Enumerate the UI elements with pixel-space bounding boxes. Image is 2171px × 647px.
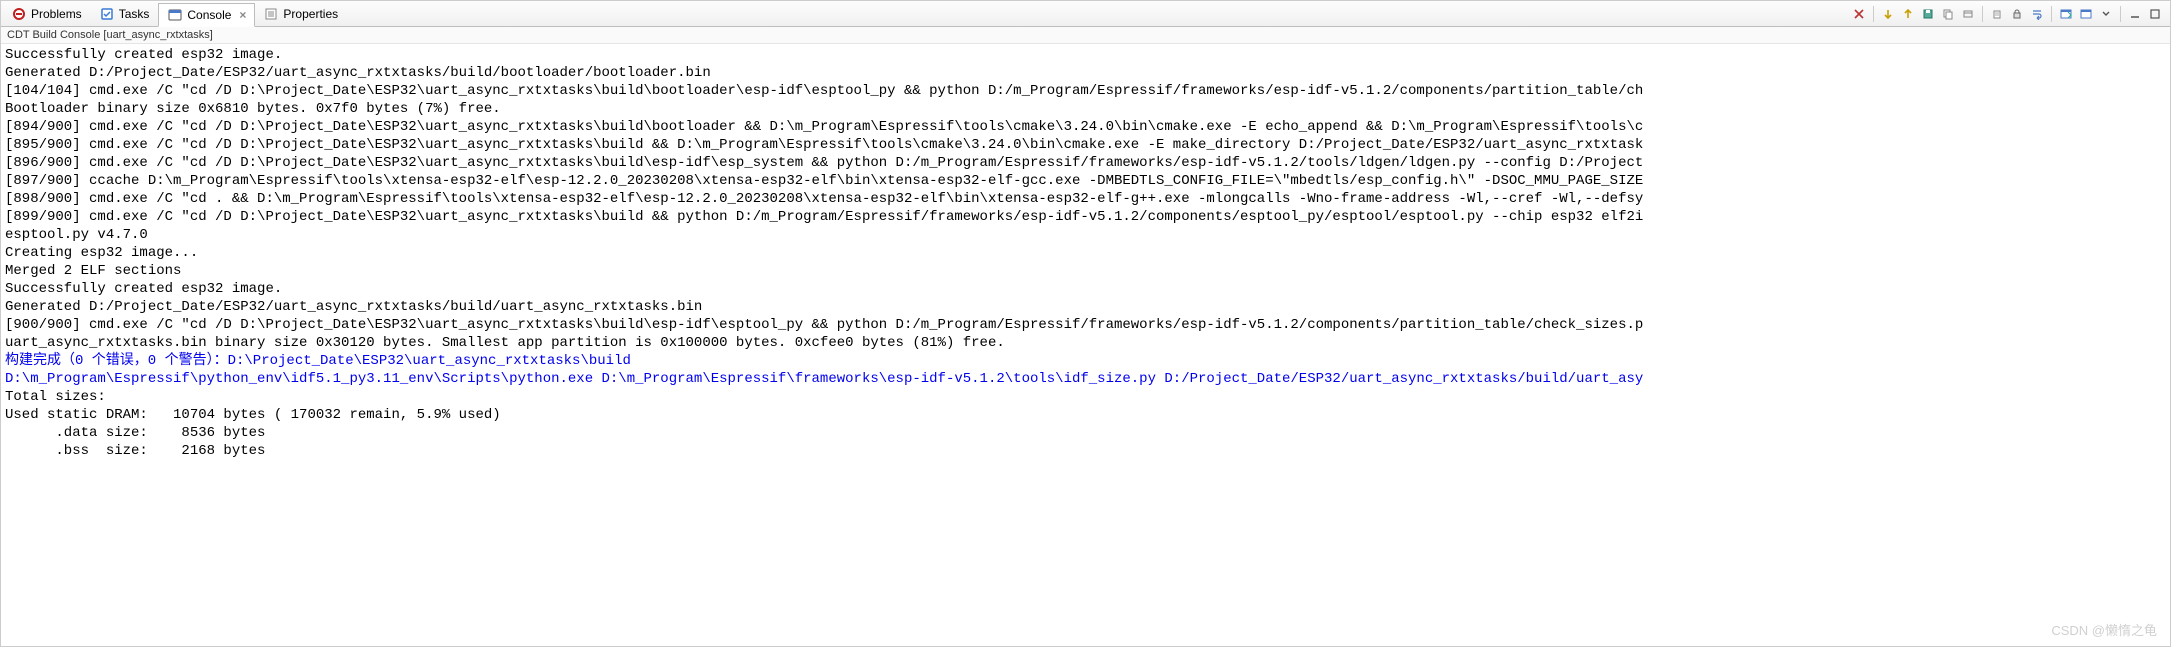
tab-properties[interactable]: Properties [255,2,347,26]
console-line: [898/900] cmd.exe /C "cd . && D:\m_Progr… [5,190,2166,208]
console-line: [899/900] cmd.exe /C "cd /D D:\Project_D… [5,208,2166,226]
console-line: uart_async_rxtxtasks.bin binary size 0x3… [5,334,2166,352]
separator [2051,6,2052,22]
view-container: Problems Tasks Console × Properties [0,0,2171,647]
console-line: D:\m_Program\Espressif\python_env\idf5.1… [5,370,2166,388]
watermark: CSDN @懒惰之龟 [2051,620,2157,639]
console-line: Total sizes: [5,388,2166,406]
console-subtitle: CDT Build Console [uart_async_rxtxtasks] [1,27,2170,44]
console-line: [897/900] ccache D:\m_Program\Espressif\… [5,172,2166,190]
console-line: Successfully created esp32 image. [5,46,2166,64]
problems-icon [11,6,27,22]
prev-button[interactable] [1899,5,1917,23]
console-line: .bss size: 2168 bytes [5,442,2166,460]
remove-button[interactable] [1850,5,1868,23]
maximize-button[interactable] [2146,5,2164,23]
console-line: [894/900] cmd.exe /C "cd /D D:\Project_D… [5,118,2166,136]
tab-label: Properties [283,7,338,21]
separator [1873,6,1874,22]
console-line: esptool.py v4.7.0 [5,226,2166,244]
tab-label: Tasks [119,7,150,21]
console-line: Successfully created esp32 image. [5,280,2166,298]
close-icon[interactable]: × [239,8,246,22]
copy-button[interactable] [1939,5,1957,23]
console-line: .data size: 8536 bytes [5,424,2166,442]
console-line: Generated D:/Project_Date/ESP32/uart_asy… [5,298,2166,316]
console-line: Generated D:/Project_Date/ESP32/uart_asy… [5,64,2166,82]
tab-label: Console [187,8,231,22]
separator [2120,6,2121,22]
display-selected-button[interactable] [2077,5,2095,23]
console-output[interactable]: Successfully created esp32 image.Generat… [1,44,2170,646]
open-console-button[interactable] [2057,5,2075,23]
tasks-icon [99,6,115,22]
next-button[interactable] [1879,5,1897,23]
separator [1982,6,1983,22]
tab-label: Problems [31,7,82,21]
console-line: Merged 2 ELF sections [5,262,2166,280]
tab-bar: Problems Tasks Console × Properties [1,1,2170,27]
console-line: Used static DRAM: 10704 bytes ( 170032 r… [5,406,2166,424]
console-line: Bootloader binary size 0x6810 bytes. 0x7… [5,100,2166,118]
show-button[interactable] [1959,5,1977,23]
console-line: [895/900] cmd.exe /C "cd /D D:\Project_D… [5,136,2166,154]
console-line: [900/900] cmd.exe /C "cd /D D:\Project_D… [5,316,2166,334]
tab-problems[interactable]: Problems [3,2,91,26]
console-line: [896/900] cmd.exe /C "cd /D D:\Project_D… [5,154,2166,172]
tab-console[interactable]: Console × [158,3,255,27]
clear-button[interactable] [1988,5,2006,23]
console-line: Creating esp32 image... [5,244,2166,262]
tab-tasks[interactable]: Tasks [91,2,159,26]
wrap-button[interactable] [2028,5,2046,23]
properties-icon [263,6,279,22]
dropdown-icon[interactable] [2097,5,2115,23]
minimize-button[interactable] [2126,5,2144,23]
console-line: [104/104] cmd.exe /C "cd /D D:\Project_D… [5,82,2166,100]
scroll-lock-button[interactable] [2008,5,2026,23]
console-icon [167,7,183,23]
console-line: 构建完成（0 个错误，0 个警告）：D:\Project_Date\ESP32\… [5,352,2166,370]
toolbar [1850,5,2170,23]
save-button[interactable] [1919,5,1937,23]
